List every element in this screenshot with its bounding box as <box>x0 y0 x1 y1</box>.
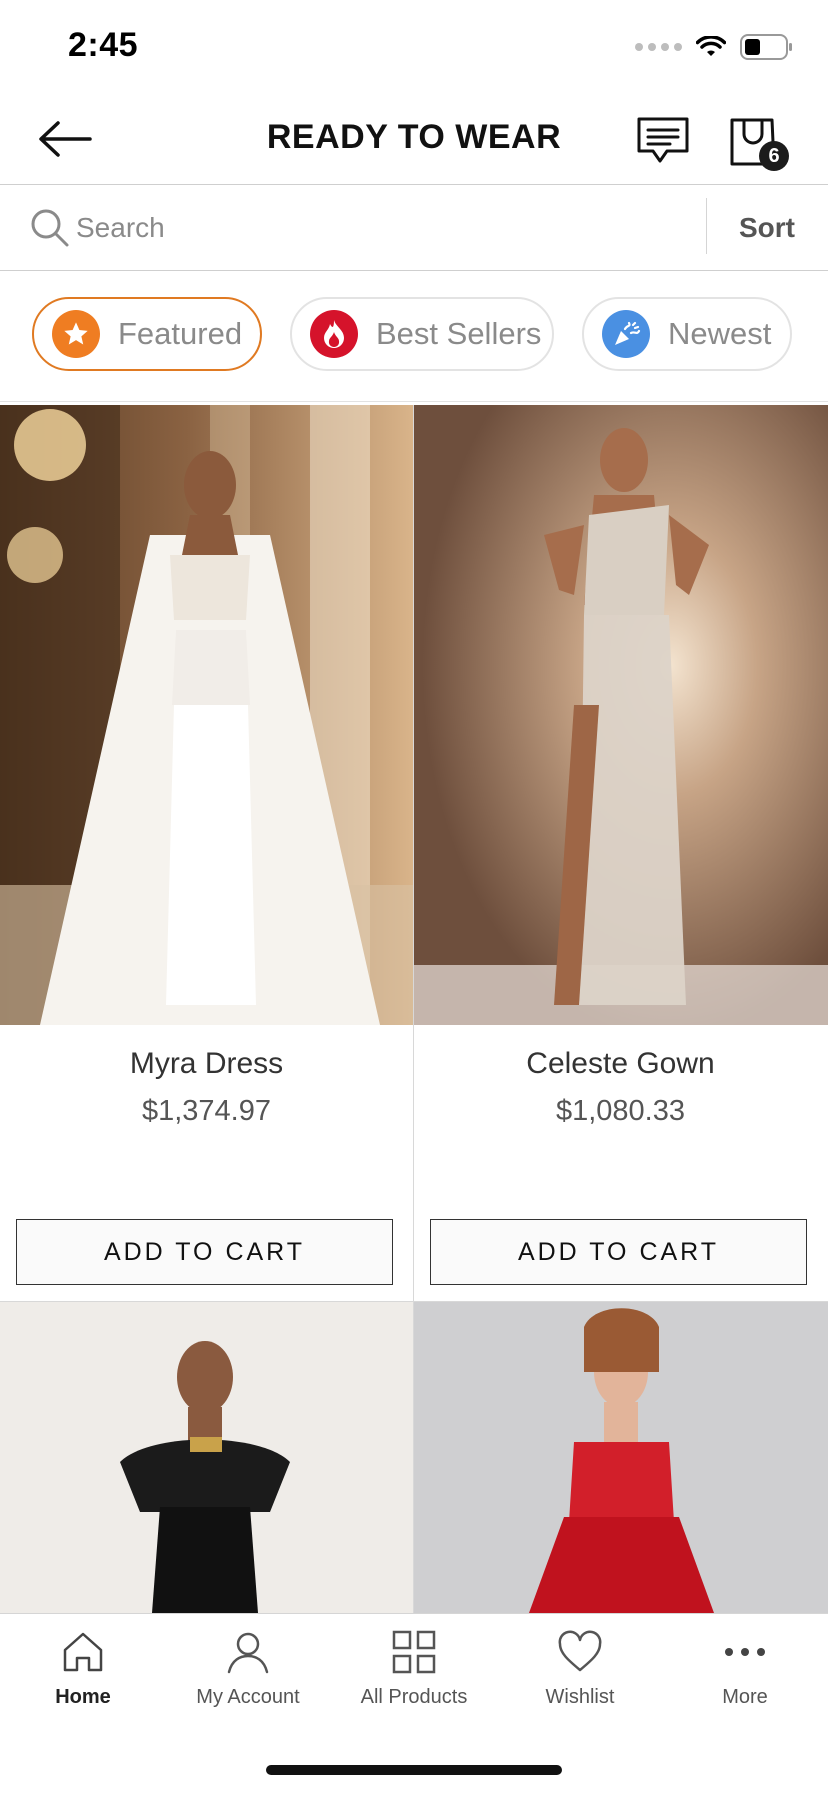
add-to-cart-button[interactable]: ADD TO CART <box>16 1219 393 1285</box>
filter-chip-label: Best Sellers <box>376 316 542 351</box>
messages-button[interactable] <box>636 116 690 164</box>
home-icon <box>63 1632 103 1672</box>
heart-icon <box>558 1630 602 1672</box>
product-price: $1,374.97 <box>141 1095 271 1127</box>
star-icon <box>52 310 100 358</box>
status-indicators <box>635 34 794 60</box>
wifi-icon <box>696 36 726 56</box>
filter-chip-featured[interactable]: Featured <box>32 297 262 371</box>
product-image-black-dress[interactable] <box>0 1302 413 1613</box>
nav-label: Wishlist <box>545 1686 615 1708</box>
search-icon <box>31 209 69 247</box>
grid-icon <box>392 1630 436 1674</box>
product-name[interactable]: Myra Dress <box>0 1047 413 1081</box>
filter-chip-label: Featured <box>118 316 243 351</box>
add-to-cart-button[interactable]: ADD TO CART <box>430 1219 807 1285</box>
product-image-myra-dress[interactable] <box>0 405 413 1025</box>
nav-label: Home <box>55 1686 111 1708</box>
nav-label: All Products <box>360 1686 468 1708</box>
nav-my-account[interactable]: My Account <box>178 1628 318 1709</box>
filters-divider <box>0 401 828 402</box>
nav-label: More <box>722 1686 768 1708</box>
search-input[interactable] <box>76 208 676 248</box>
cart-count-badge: 6 <box>759 141 789 171</box>
filter-chip-label: Newest <box>668 316 772 351</box>
search-divider <box>0 270 828 271</box>
nav-all-products[interactable]: All Products <box>344 1628 484 1709</box>
more-dots-icon <box>725 1648 765 1656</box>
header-divider <box>0 184 828 185</box>
party-popper-icon <box>602 310 650 358</box>
home-indicator <box>266 1765 562 1775</box>
user-icon <box>227 1632 269 1674</box>
chat-bubble-icon <box>637 117 689 163</box>
product-name[interactable]: Celeste Gown <box>414 1047 827 1081</box>
product-price: $1,080.33 <box>555 1095 685 1127</box>
nav-wishlist[interactable]: Wishlist <box>510 1628 650 1709</box>
nav-label: My Account <box>196 1686 300 1708</box>
filter-chip-best-sellers[interactable]: Best Sellers <box>290 297 554 371</box>
filter-chip-newest[interactable]: Newest <box>582 297 792 371</box>
status-time: 2:45 <box>68 26 139 64</box>
page-title: READY TO WEAR <box>266 118 562 156</box>
battery-icon <box>740 34 792 60</box>
sort-button[interactable]: Sort <box>706 208 828 248</box>
nav-more[interactable]: More <box>675 1628 815 1709</box>
cellular-signal-icon <box>635 43 682 51</box>
product-image-red-dress[interactable] <box>414 1302 828 1613</box>
nav-home[interactable]: Home <box>13 1628 153 1709</box>
flame-icon <box>310 310 358 358</box>
product-image-celeste-gown[interactable] <box>414 405 828 1025</box>
